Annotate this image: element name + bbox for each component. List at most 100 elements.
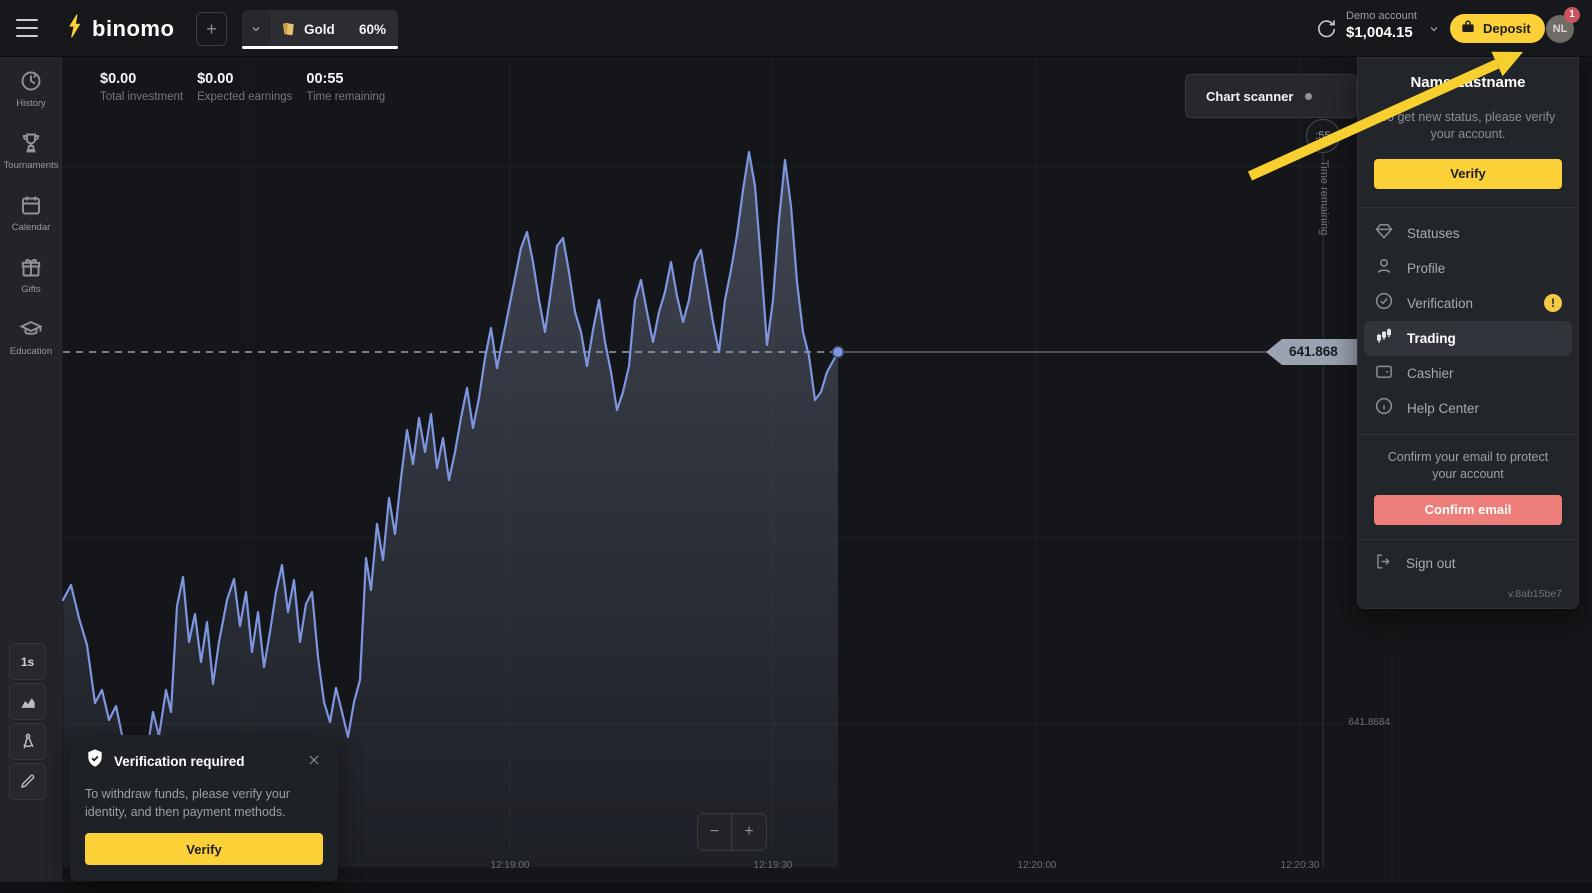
- chevron-down-icon[interactable]: [1428, 22, 1440, 40]
- email-confirm-section: Confirm your email to protect your accou…: [1358, 434, 1578, 539]
- top-bar: binomo + Gold 60% Demo account $1,004.15…: [0, 0, 1592, 57]
- zoom-out-button[interactable]: −: [698, 814, 732, 850]
- avatar[interactable]: NL 1: [1546, 15, 1574, 43]
- menu-item-label: Trading: [1407, 331, 1456, 346]
- notification-title: Verification required: [114, 754, 245, 769]
- stat-label: Expected earnings: [197, 91, 292, 103]
- sidebar-item-education[interactable]: Education: [0, 305, 62, 367]
- menu-item-label: Statuses: [1407, 226, 1460, 241]
- menu-item-profile[interactable]: Profile: [1364, 251, 1572, 286]
- time-axis-label: 12:20:30: [1281, 860, 1320, 871]
- deposit-label: Deposit: [1483, 21, 1531, 36]
- diamond-icon: [1374, 221, 1394, 246]
- trade-stats: $0.00 Total investment $0.00 Expected ea…: [100, 71, 385, 103]
- time-axis-label: 12:19:30: [754, 860, 793, 871]
- menu-item-label: Help Center: [1407, 401, 1479, 416]
- menu-item-help-center[interactable]: Help Center: [1364, 391, 1572, 426]
- briefcase-icon: [1460, 19, 1476, 38]
- time-axis-label: 12:20:00: [1018, 860, 1057, 871]
- check-circle-icon: [1374, 291, 1394, 316]
- calendar-icon: [19, 193, 43, 217]
- logo-text: binomo: [92, 16, 174, 42]
- app-version: v.8ab15be7: [1374, 588, 1562, 600]
- notification-body: To withdraw funds, please verify your id…: [85, 785, 323, 821]
- indicators-button[interactable]: [9, 723, 46, 760]
- menu-item-cashier[interactable]: Cashier: [1364, 356, 1572, 391]
- stat-label: Time remaining: [306, 91, 385, 103]
- compass-icon: [18, 732, 38, 752]
- history-icon: [19, 69, 43, 93]
- trade-stat-expected-earnings: $0.00 Expected earnings: [197, 71, 292, 103]
- deposit-button[interactable]: Deposit: [1450, 14, 1545, 43]
- trade-stat-time-remaining: 00:55 Time remaining: [306, 71, 385, 103]
- drawing-button[interactable]: [9, 763, 46, 800]
- binomo-logo: binomo: [66, 13, 174, 44]
- sidebar-item-label: Education: [10, 346, 52, 357]
- area-chart-icon: [18, 692, 38, 712]
- person-icon: [1374, 256, 1394, 281]
- zoom-in-button[interactable]: +: [732, 814, 766, 850]
- account-balance: $1,004.15: [1346, 24, 1417, 41]
- user-dropdown-menu: Name Lastname To get new status, please …: [1357, 57, 1579, 609]
- time-remaining-axis-label: Time remaining: [1318, 160, 1330, 235]
- asset-name: Gold: [304, 22, 335, 37]
- scanner-status-dot: [1305, 93, 1312, 100]
- left-sidebar: History Tournaments Calendar Gifts Educa…: [0, 57, 62, 881]
- education-icon: [19, 317, 43, 341]
- verify-account-button[interactable]: Verify: [1374, 159, 1562, 189]
- candlestick-icon: [1374, 326, 1394, 351]
- notification-verify-button[interactable]: Verify: [85, 833, 323, 865]
- trophy-icon: [19, 131, 43, 155]
- notification-count-badge: 1: [1564, 7, 1580, 23]
- interval-button[interactable]: 1s: [9, 643, 46, 680]
- chevron-down-icon[interactable]: [242, 10, 270, 48]
- shield-check-icon: [85, 748, 105, 775]
- bolt-icon: [66, 13, 86, 44]
- sign-out-button[interactable]: Sign out: [1374, 552, 1562, 576]
- avatar-initials: NL: [1553, 23, 1568, 35]
- refresh-balance-icon[interactable]: [1315, 18, 1337, 40]
- menu-item-statuses[interactable]: Statuses: [1364, 216, 1572, 251]
- chart-scanner-label: Chart scanner: [1206, 89, 1293, 104]
- status-hint: To get new status, please verify your ac…: [1374, 109, 1562, 143]
- add-asset-tab-button[interactable]: +: [196, 12, 227, 46]
- bottom-strip: [0, 881, 1592, 893]
- trade-stat-total-investment: $0.00 Total investment: [100, 71, 183, 103]
- confirm-email-button[interactable]: Confirm email: [1374, 495, 1562, 525]
- menu-item-label: Cashier: [1407, 366, 1454, 381]
- menu-item-label: Profile: [1407, 261, 1445, 276]
- verification-alert-badge: !: [1544, 294, 1562, 312]
- user-name: Name Lastname: [1374, 74, 1562, 91]
- sidebar-item-calendar[interactable]: Calendar: [0, 181, 62, 243]
- active-tab-underline: [242, 46, 398, 49]
- close-icon[interactable]: [305, 753, 323, 771]
- gold-bars-icon: [279, 19, 297, 39]
- chart-scanner-button[interactable]: Chart scanner: [1185, 74, 1357, 118]
- binomo-app: $0.00 Total investment $0.00 Expected ea…: [0, 0, 1592, 893]
- sidebar-item-history[interactable]: History: [0, 57, 62, 119]
- sidebar-item-label: Tournaments: [4, 160, 59, 171]
- account-switcher[interactable]: Demo account $1,004.15: [1346, 10, 1417, 41]
- asset-tab-gold[interactable]: Gold 60%: [242, 10, 398, 48]
- verification-notification: Verification required To withdraw funds,…: [70, 735, 338, 881]
- hamburger-menu-icon[interactable]: [16, 19, 38, 37]
- gift-icon: [19, 255, 43, 279]
- user-menu-header: Name Lastname To get new status, please …: [1358, 58, 1578, 207]
- sidebar-item-tournaments[interactable]: Tournaments: [0, 119, 62, 181]
- wallet-icon: [1374, 361, 1394, 386]
- user-menu-footer: Sign out v.8ab15be7: [1358, 539, 1578, 608]
- chart-type-button[interactable]: [9, 683, 46, 720]
- stat-value: 00:55: [306, 71, 385, 87]
- account-type-label: Demo account: [1346, 10, 1417, 22]
- sidebar-item-label: Calendar: [12, 222, 51, 233]
- menu-item-verification[interactable]: Verification !: [1364, 286, 1572, 321]
- menu-item-trading[interactable]: Trading: [1364, 321, 1572, 356]
- tool-label: 1s: [21, 655, 34, 669]
- user-menu-items: Statuses Profile Verification ! Trading …: [1358, 207, 1578, 434]
- info-icon: [1374, 396, 1394, 421]
- asset-payout: 60%: [359, 22, 386, 37]
- signout-icon: [1374, 552, 1393, 576]
- chart-zoom-controls: − +: [697, 813, 767, 851]
- purchase-countdown-badge: :55: [1306, 119, 1340, 153]
- sidebar-item-gifts[interactable]: Gifts: [0, 243, 62, 305]
